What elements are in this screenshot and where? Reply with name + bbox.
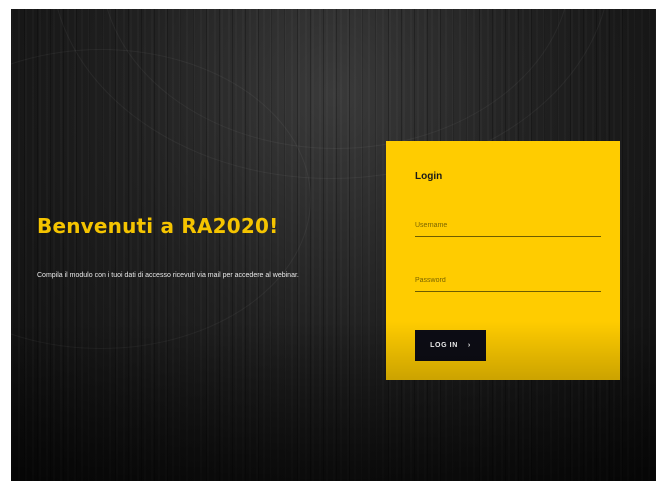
login-card: Login LOG IN › <box>386 141 620 380</box>
login-button-label: LOG IN <box>430 342 458 349</box>
page-background: Benvenuti a RA2020! Compila il modulo co… <box>11 9 656 481</box>
page-title: Benvenuti a RA2020! <box>37 214 279 238</box>
login-button[interactable]: LOG IN › <box>415 330 486 361</box>
arrow-right-icon: › <box>467 342 471 349</box>
welcome-description: Compila il modulo con i tuoi dati di acc… <box>37 272 299 279</box>
password-field[interactable] <box>415 270 601 292</box>
username-field[interactable] <box>415 215 601 237</box>
login-heading: Login <box>415 171 443 182</box>
